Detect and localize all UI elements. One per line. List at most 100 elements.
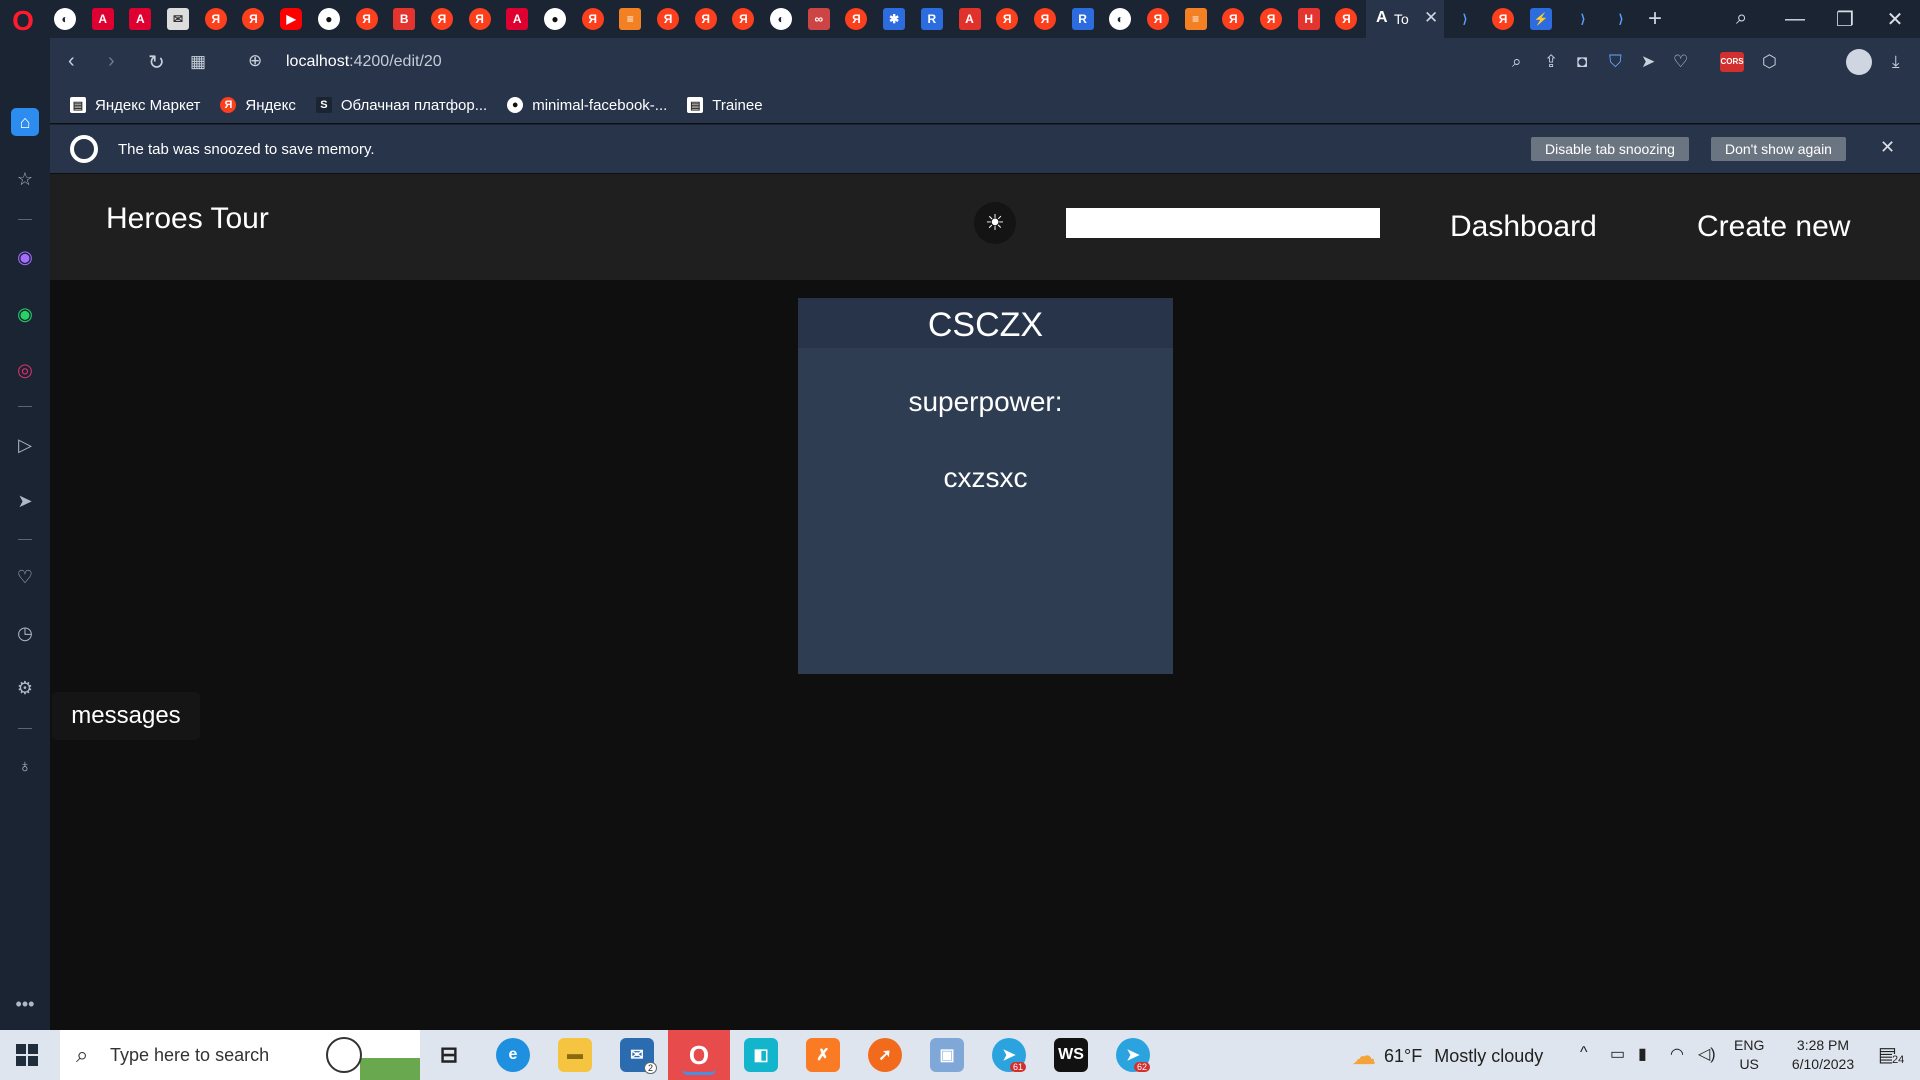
input-language-indicator[interactable]: ENG US bbox=[1734, 1036, 1764, 1074]
tab-angular-icon[interactable]: A bbox=[91, 8, 114, 30]
tab-yandex-icon[interactable]: Я bbox=[242, 8, 265, 30]
tab-yandex-icon[interactable]: Я bbox=[355, 8, 378, 30]
tab-yandex-icon[interactable]: Я bbox=[1033, 8, 1056, 30]
player-icon[interactable]: ▷ bbox=[11, 431, 39, 459]
tab-repo-icon[interactable]: R bbox=[1071, 8, 1094, 30]
back-arrow-icon[interactable]: ‹ bbox=[68, 50, 75, 73]
tab-mail-icon[interactable]: ✉ bbox=[167, 8, 190, 30]
tab-yandex-icon[interactable]: Я bbox=[657, 8, 679, 30]
tab-stackoverflow-icon[interactable]: ≡ bbox=[619, 8, 642, 30]
snapshot-camera-icon[interactable]: ◘ bbox=[1577, 52, 1587, 72]
windows-start-icon[interactable] bbox=[16, 1044, 38, 1066]
restore-icon[interactable]: ❐ bbox=[1820, 7, 1870, 32]
hero-search-input[interactable] bbox=[1066, 208, 1380, 238]
tab-search-icon[interactable]: ⌕ bbox=[1736, 7, 1747, 30]
notification-center-icon[interactable]: ▤ 24 bbox=[1878, 1042, 1905, 1067]
close-icon[interactable]: ✕ bbox=[1880, 137, 1895, 158]
nav-dashboard-link[interactable]: Dashboard bbox=[1450, 210, 1597, 244]
bookmark-cloud-platform[interactable]: S Облачная платфор... bbox=[315, 97, 487, 114]
tab-angular-icon[interactable]: A bbox=[129, 8, 152, 30]
tab-colorful-icon[interactable]: ✱ bbox=[883, 8, 906, 30]
instagram-icon[interactable]: ◎ bbox=[11, 356, 39, 384]
nav-create-new-link[interactable]: Create new bbox=[1697, 210, 1850, 244]
close-tab-icon[interactable]: ✕ bbox=[1424, 8, 1438, 28]
tab-yandex-icon[interactable]: Я bbox=[1146, 8, 1169, 30]
close-window-icon[interactable]: ✕ bbox=[1870, 7, 1920, 32]
zoom-icon[interactable]: ⌕ bbox=[1512, 52, 1522, 72]
vpn-shield-icon[interactable]: ⛉ bbox=[1609, 52, 1622, 72]
paint-icon[interactable]: ▣ bbox=[930, 1038, 964, 1072]
messenger-icon[interactable]: ◉ bbox=[11, 243, 39, 271]
tab-vscode-icon[interactable]: ⟩ bbox=[1454, 8, 1476, 30]
opera-menu-icon[interactable]: O bbox=[8, 6, 38, 36]
bookmark-yandex[interactable]: Я Яндекс bbox=[220, 97, 296, 114]
tab-globe-icon[interactable]: ◐ bbox=[54, 8, 76, 30]
heart-icon[interactable]: ♡ bbox=[11, 563, 39, 591]
url-field[interactable]: localhost:4200/edit/20 bbox=[286, 53, 442, 71]
tab-bolt-icon[interactable]: ⚡ bbox=[1530, 8, 1552, 30]
theme-toggle-sun-icon[interactable]: ☀ bbox=[974, 202, 1016, 244]
tab-yandex-icon[interactable]: Я bbox=[1260, 8, 1282, 30]
dont-show-again-button[interactable]: Don't show again bbox=[1711, 137, 1846, 161]
tab-youtube-icon[interactable]: ▶ bbox=[280, 8, 303, 30]
tab-yandex-icon[interactable]: Я bbox=[1492, 8, 1514, 30]
edge-icon[interactable]: e bbox=[496, 1038, 530, 1072]
tab-lab-icon[interactable]: ∞ bbox=[807, 8, 830, 30]
tab-repo-icon[interactable]: R bbox=[920, 8, 943, 30]
bookmarks-star-icon[interactable]: ☆ bbox=[11, 165, 39, 193]
postman-icon[interactable]: ➚ bbox=[868, 1038, 902, 1072]
minimize-icon[interactable]: — bbox=[1770, 8, 1820, 31]
tab-globe-icon[interactable]: ◐ bbox=[770, 8, 793, 30]
system-clock[interactable]: 3:28 PM 6/10/2023 bbox=[1776, 1036, 1870, 1074]
favorite-heart-icon[interactable]: ♡ bbox=[1673, 52, 1688, 72]
whatsapp-icon[interactable]: ◉ bbox=[11, 300, 39, 328]
extensions-cube-icon[interactable]: ⬡ bbox=[1762, 52, 1777, 72]
lightbulb-icon[interactable]: ♁ bbox=[11, 752, 39, 780]
cors-extension-icon[interactable]: CORS bbox=[1720, 52, 1744, 72]
tab-hud-icon[interactable]: H bbox=[1297, 8, 1320, 30]
tab-stackoverflow-icon[interactable]: ≡ bbox=[1184, 8, 1207, 30]
volume-icon[interactable]: ◁) bbox=[1698, 1044, 1716, 1064]
share-icon[interactable]: ⇪ bbox=[1544, 52, 1558, 72]
tab-yandex-icon[interactable]: Я bbox=[694, 8, 717, 30]
tab-pdf-icon[interactable]: A bbox=[958, 8, 981, 30]
tab-globe-icon[interactable]: ◐ bbox=[1109, 8, 1132, 30]
forward-arrow-icon[interactable]: › bbox=[108, 50, 115, 73]
kotlin-toolbox-icon[interactable]: ◧ bbox=[744, 1038, 778, 1072]
battery-icon[interactable]: ▮ bbox=[1638, 1044, 1647, 1064]
disable-tab-snoozing-button[interactable]: Disable tab snoozing bbox=[1531, 137, 1689, 161]
wifi-icon[interactable]: ◠ bbox=[1670, 1044, 1684, 1064]
show-hidden-icons-chevron-icon[interactable]: ^ bbox=[1580, 1044, 1588, 1062]
tab-yandex-icon[interactable]: Я bbox=[1222, 8, 1245, 30]
tab-yandex-icon[interactable]: Я bbox=[845, 8, 868, 30]
tab-b-icon[interactable]: B bbox=[393, 8, 416, 30]
tab-angular-icon[interactable]: A bbox=[506, 8, 529, 30]
profile-avatar[interactable] bbox=[1846, 49, 1872, 75]
new-tab-plus-icon[interactable]: + bbox=[1648, 5, 1662, 33]
webstorm-icon[interactable]: WS bbox=[1054, 1038, 1088, 1072]
history-clock-icon[interactable]: ◷ bbox=[11, 619, 39, 647]
send-flow-icon[interactable]: ➤ bbox=[1641, 52, 1655, 72]
bookmark-trainee[interactable]: ▤ Trainee bbox=[687, 97, 763, 114]
bookmark-yandex-market[interactable]: ▤ Яндекс Маркет bbox=[70, 97, 200, 114]
bookmark-minimal-facebook[interactable]: ● minimal-facebook-... bbox=[507, 97, 667, 114]
downloads-icon[interactable]: ⤓ bbox=[1892, 52, 1900, 72]
tab-yandex-icon[interactable]: Я bbox=[732, 8, 755, 30]
tab-yandex-icon[interactable]: Я bbox=[468, 8, 491, 30]
xampp-icon[interactable]: ✗ bbox=[806, 1038, 840, 1072]
send-icon[interactable]: ➤ bbox=[11, 487, 39, 515]
weather-widget[interactable]: ☁ 61°F Mostly cloudy bbox=[1352, 1042, 1543, 1071]
settings-gear-icon[interactable]: ⚙ bbox=[11, 674, 39, 702]
app-title[interactable]: Heroes Tour bbox=[106, 202, 269, 236]
active-tab[interactable]: A To ✕ bbox=[1366, 0, 1444, 38]
reload-icon[interactable]: ↻ bbox=[148, 50, 165, 75]
task-view-icon[interactable]: ⊟ bbox=[432, 1038, 466, 1072]
file-explorer-icon[interactable]: ▬ bbox=[558, 1038, 592, 1072]
opera-icon[interactable]: O bbox=[682, 1038, 716, 1075]
tab-yandex-icon[interactable]: Я bbox=[581, 8, 604, 30]
tab-vscode-icon[interactable]: ⟩ bbox=[1572, 8, 1594, 30]
site-info-globe-icon[interactable]: ⊕ bbox=[248, 51, 262, 71]
tab-grid-icon[interactable]: ▦ bbox=[190, 52, 206, 72]
tab-yandex-icon[interactable]: Я bbox=[996, 8, 1019, 30]
tab-yandex-icon[interactable]: Я bbox=[204, 8, 227, 30]
